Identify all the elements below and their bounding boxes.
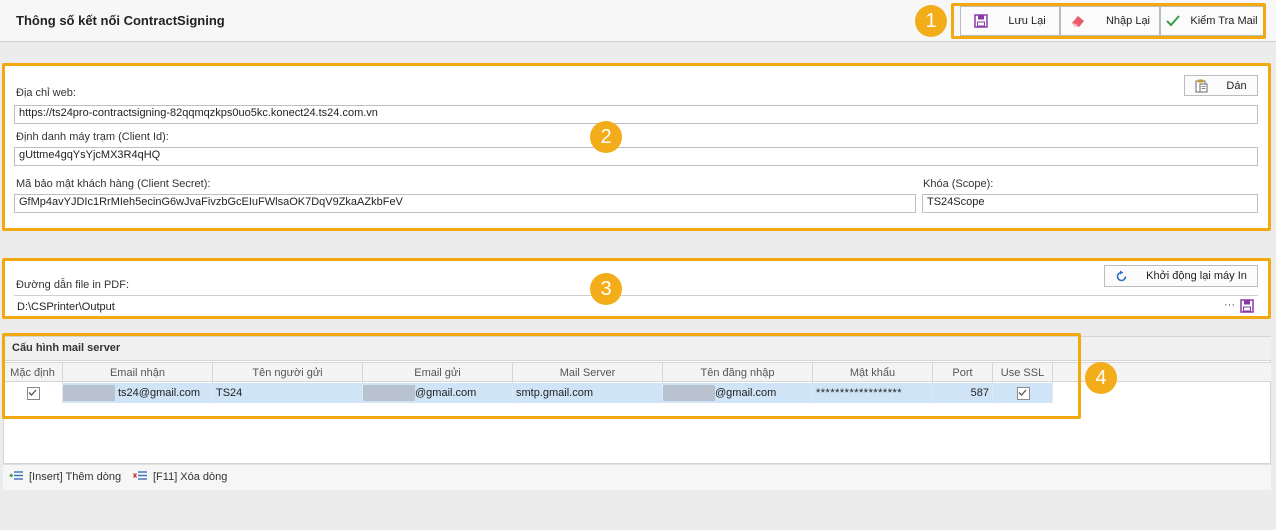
col-use-ssl[interactable]: Use SSL: [993, 363, 1053, 383]
col-password[interactable]: Mật khẩu: [813, 363, 933, 383]
save-icon: [974, 14, 989, 28]
col-port[interactable]: Port: [933, 363, 993, 383]
web-address-label: Địa chỉ web:: [16, 87, 76, 99]
redacted-block: [363, 385, 415, 402]
table-row[interactable]: ts24@gmail.com TS24 @gmail.com smtp.gmai…: [3, 383, 1053, 403]
cell-mail-server[interactable]: smtp.gmail.com: [513, 383, 663, 403]
check-mail-button[interactable]: Kiểm Tra Mail: [1160, 6, 1264, 36]
username-value: @gmail.com: [715, 387, 777, 399]
delete-row-button[interactable]: [F11] Xóa dòng: [132, 470, 228, 484]
page-title: Thông số kết nối ContractSigning: [16, 13, 225, 28]
paste-button[interactable]: Dán: [1184, 75, 1258, 96]
restart-printer-button[interactable]: Khởi động lại máy In: [1104, 265, 1258, 287]
redacted-block: [63, 385, 115, 402]
use-ssl-checkbox[interactable]: [1017, 387, 1030, 400]
badge-3: 3: [590, 273, 622, 305]
redacted-block: [663, 385, 715, 402]
cell-port[interactable]: 587: [933, 383, 993, 403]
email-from-value: @gmail.com: [415, 387, 477, 399]
email-to-value: ts24@gmail.com: [118, 387, 201, 399]
web-address-input[interactable]: https://ts24pro-contractsigning-82qqmqzk…: [14, 105, 1258, 124]
reset-label: Nhập Lại: [1105, 15, 1151, 27]
delete-row-label: [F11] Xóa dòng: [153, 471, 228, 483]
mail-section-header: [3, 337, 1271, 361]
checkmark-icon: [1166, 15, 1181, 27]
add-row-icon: [9, 470, 24, 484]
badge-1: 1: [915, 5, 947, 37]
client-id-input[interactable]: gUttme4gqYsYjcMX3R4qHQ: [14, 147, 1258, 166]
scope-input[interactable]: TS24Scope: [922, 194, 1258, 213]
pdf-path-field[interactable]: D:\CSPrinter\Output ···: [14, 295, 1258, 317]
clipboard-icon: [1195, 79, 1208, 93]
cell-email-from[interactable]: @gmail.com: [363, 383, 513, 403]
cell-email-to[interactable]: ts24@gmail.com: [63, 383, 213, 403]
mail-section-title: Cấu hình mail server: [12, 342, 121, 354]
cell-sender-name[interactable]: TS24: [213, 383, 363, 403]
insert-row-button[interactable]: [Insert] Thêm dòng: [9, 470, 121, 484]
badge-2: 2: [590, 121, 622, 153]
browse-ellipsis-button[interactable]: ···: [1224, 299, 1235, 311]
badge-4: 4: [1085, 362, 1117, 394]
save-label: Lưu Lại: [1008, 15, 1046, 27]
refresh-icon: [1115, 270, 1128, 283]
col-mail-server[interactable]: Mail Server: [513, 363, 663, 383]
pdf-path-value: D:\CSPrinter\Output: [17, 301, 115, 313]
bottom-area: [3, 490, 1271, 527]
delete-row-icon: [132, 470, 148, 484]
check-mail-label: Kiểm Tra Mail: [1190, 15, 1258, 27]
col-email-from[interactable]: Email gửi: [363, 363, 513, 383]
col-default[interactable]: Mặc định: [3, 363, 63, 383]
pdf-path-label: Đường dẫn file in PDF:: [16, 279, 130, 291]
cell-username[interactable]: @gmail.com: [663, 383, 813, 403]
client-secret-label: Mã bảo mật khách hàng (Client Secret):: [16, 178, 211, 190]
insert-row-label: [Insert] Thêm dòng: [29, 471, 122, 483]
paste-label: Dán: [1226, 79, 1247, 92]
client-id-label: Định danh máy trạm (Client Id):: [16, 131, 169, 143]
save-button[interactable]: Lưu Lại: [960, 6, 1060, 36]
cell-default[interactable]: [3, 383, 63, 403]
restart-printer-label: Khởi động lại máy In: [1146, 270, 1247, 282]
reset-button[interactable]: Nhập Lại: [1060, 6, 1160, 36]
cell-password[interactable]: ******************: [813, 383, 933, 403]
client-secret-input[interactable]: GfMp4avYJDIc1RrMIeh5ecinG6wJvaFivzbGcEIu…: [14, 194, 916, 213]
col-sender-name[interactable]: Tên người gửi: [213, 363, 363, 383]
default-checkbox[interactable]: [27, 387, 40, 400]
col-username[interactable]: Tên đăng nhập: [663, 363, 813, 383]
eraser-icon: [1070, 14, 1086, 28]
mail-grid-header: Mặc định Email nhận Tên người gửi Email …: [3, 362, 1271, 383]
scope-label: Khóa (Scope):: [923, 178, 994, 190]
col-email-to[interactable]: Email nhận: [63, 363, 213, 383]
cell-use-ssl[interactable]: [993, 383, 1053, 403]
save-path-icon[interactable]: [1240, 299, 1254, 316]
